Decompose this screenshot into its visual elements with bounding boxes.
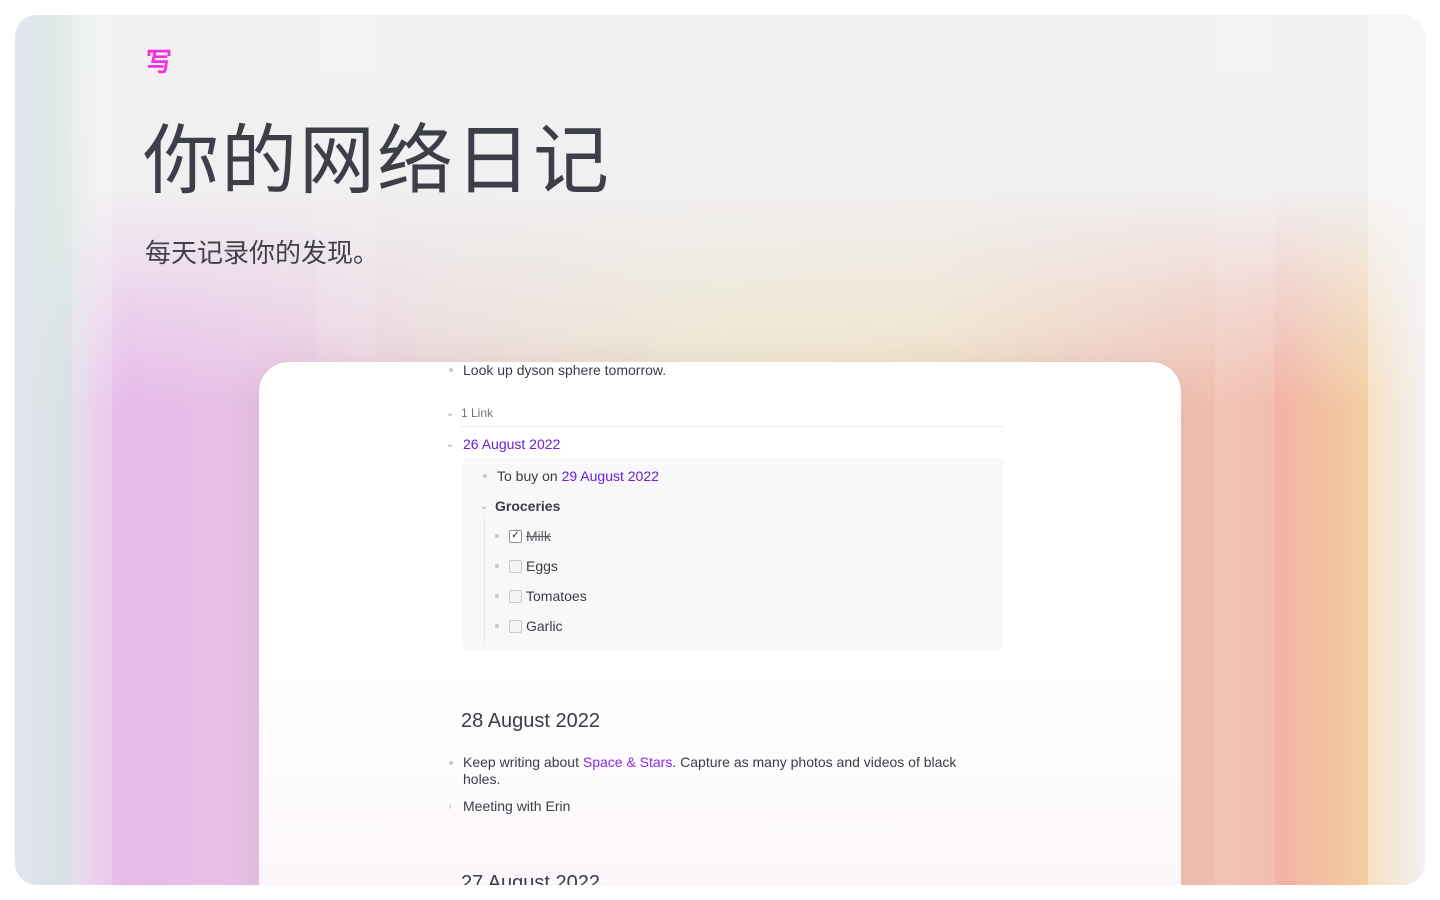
- to-buy-text: To buy on 29 August 2022: [497, 468, 659, 484]
- chevron-down-icon: ⌄: [445, 438, 455, 450]
- chevron-down-icon: ⌄: [479, 500, 489, 512]
- to-buy-date-link[interactable]: 29 August 2022: [562, 468, 659, 484]
- list-item: Keep writing about Space & Stars. Captur…: [449, 754, 1009, 788]
- checklist-item: Tomatoes: [495, 588, 587, 604]
- hero-subtitle: 每天记录你的发现。: [145, 239, 380, 269]
- checklist-label: Milk: [526, 528, 551, 544]
- checkbox[interactable]: [509, 589, 522, 603]
- bullet-icon: [495, 534, 499, 538]
- bullet-icon: [495, 594, 499, 598]
- chevron-right-icon: ›: [448, 800, 452, 812]
- groceries-toggle[interactable]: ⌄ Groceries: [479, 498, 561, 514]
- checklist-item: Eggs: [495, 558, 558, 574]
- checklist-item: ✓ Milk: [495, 528, 551, 544]
- bg-strip: [1215, 15, 1275, 885]
- linked-date-link[interactable]: 26 August 2022: [463, 436, 560, 452]
- bullet-icon: [483, 474, 487, 478]
- collapsed-item[interactable]: › Meeting with Erin: [445, 798, 570, 814]
- bullet-icon: [449, 368, 453, 372]
- checklist-label: Tomatoes: [526, 588, 587, 604]
- links-toggle-label: 1 Link: [461, 406, 494, 420]
- meeting-item-label: Meeting with Erin: [463, 798, 571, 814]
- checkbox-checked[interactable]: ✓: [509, 529, 522, 543]
- checkbox[interactable]: [509, 559, 522, 573]
- linked-reference[interactable]: ⌄ 26 August 2022: [445, 436, 561, 452]
- entry-text-after: . Capture as many photos and videos of b…: [672, 754, 957, 770]
- bg-strip: [72, 15, 112, 885]
- entry-text-before: Keep writing about: [463, 754, 579, 770]
- journal-preview-card: Look up dyson sphere tomorrow. ⌄ 1 Link …: [259, 362, 1181, 885]
- bullet-icon: [495, 564, 499, 568]
- bg-strip: [1368, 15, 1425, 885]
- entry-text[interactable]: Keep writing about Space & Stars. Captur…: [463, 754, 956, 788]
- checklist-label: Eggs: [526, 558, 558, 574]
- bullet-icon: [495, 624, 499, 628]
- next-date-heading[interactable]: 27 August 2022: [461, 872, 600, 885]
- list-item: To buy on 29 August 2022: [483, 468, 659, 484]
- list-item: Look up dyson sphere tomorrow.: [449, 362, 666, 378]
- space-stars-link[interactable]: Space & Stars: [583, 754, 673, 770]
- entry-date-heading[interactable]: 28 August 2022: [461, 710, 600, 733]
- note-text[interactable]: Look up dyson sphere tomorrow.: [463, 362, 666, 378]
- links-toggle[interactable]: ⌄ 1 Link: [445, 406, 493, 420]
- thread-line: [484, 518, 485, 642]
- chevron-down-icon: ⌄: [445, 407, 455, 419]
- checklist-label: Garlic: [526, 618, 563, 634]
- checklist-item: Garlic: [495, 618, 563, 634]
- to-buy-prefix: To buy on: [497, 468, 558, 484]
- groceries-label: Groceries: [495, 498, 561, 514]
- hero-background: 写 你的网络日记 每天记录你的发现。 Look up dyson sphere …: [15, 15, 1425, 885]
- bullet-icon: [449, 761, 453, 765]
- entry-text-wrap: holes.: [463, 771, 501, 787]
- checkbox[interactable]: [509, 619, 522, 633]
- hero-title: 你的网络日记: [143, 116, 611, 205]
- divider: [461, 426, 1003, 427]
- app-logo[interactable]: 写: [145, 45, 173, 78]
